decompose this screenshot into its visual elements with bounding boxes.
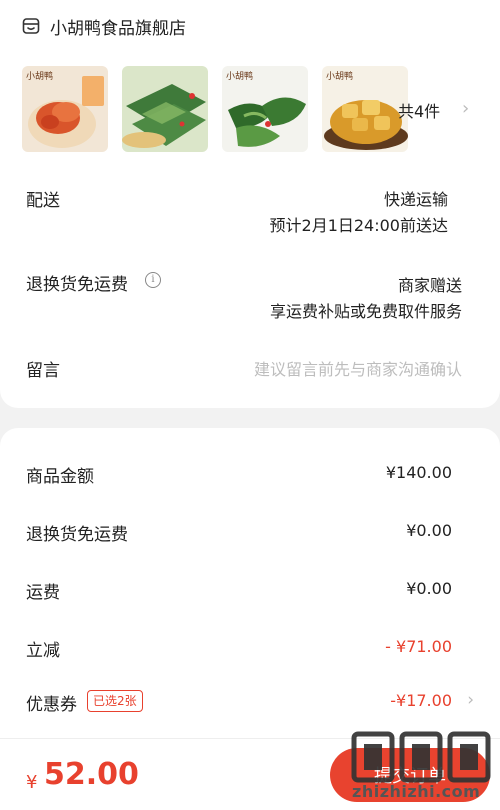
return-shipping-label: 退换货免运费 — [26, 275, 128, 295]
discount-amount: - ¥71.00 — [385, 637, 452, 656]
message-label: 留言 — [26, 361, 60, 381]
order-info-card: 小胡鸭食品旗舰店 小胡鸭 小胡鸭 小胡鸭 共4件 › 配送 快递运输 预计2月1… — [0, 0, 500, 408]
return-shipping-desc: 享运费补贴或免费取件服务 — [269, 302, 462, 321]
store-icon — [22, 18, 40, 34]
product-thumbnail[interactable]: 小胡鸭 — [22, 66, 108, 152]
product-thumbnail[interactable]: 小胡鸭 — [322, 66, 408, 152]
currency-symbol: ¥ — [26, 772, 38, 793]
delivery-method: 快递运输 — [383, 190, 448, 209]
coupon-amount[interactable]: -¥17.00 — [390, 691, 452, 710]
delivery-eta: 预计2月1日24:00前送达 — [269, 216, 448, 235]
product-thumbnail[interactable] — [122, 66, 208, 152]
chevron-right-icon[interactable]: › — [462, 98, 469, 119]
product-thumbnail[interactable]: 小胡鸭 — [222, 66, 308, 152]
goods-amount-label: 商品金额 — [26, 467, 94, 487]
product-thumbnails[interactable]: 小胡鸭 小胡鸭 小胡鸭 — [22, 66, 408, 152]
goods-amount: ¥140.00 — [385, 463, 452, 482]
store-header[interactable]: 小胡鸭食品旗舰店 — [22, 12, 186, 40]
item-count[interactable]: 共4件 — [398, 98, 440, 122]
coupon-label: 优惠券 — [26, 695, 77, 715]
store-name[interactable]: 小胡鸭食品旗舰店 — [50, 14, 186, 39]
return-fee: ¥0.00 — [406, 521, 452, 540]
watermark-text: zhizhizhi.com — [352, 782, 481, 801]
info-icon[interactable]: i — [145, 272, 161, 288]
coupon-selected-badge[interactable]: 已选2张 — [87, 690, 143, 712]
return-shipping-value: 商家赠送 — [397, 276, 462, 295]
return-fee-label: 退换货免运费 — [26, 525, 128, 545]
chevron-right-icon[interactable]: › — [467, 690, 474, 710]
delivery-label: 配送 — [26, 191, 60, 211]
shipping-fee: ¥0.00 — [406, 579, 452, 598]
brand-mark: 小胡鸭 — [226, 70, 253, 82]
watermark-logo — [351, 731, 491, 783]
discount-label: 立减 — [26, 641, 60, 661]
order-total: 52.00 — [44, 757, 139, 792]
brand-mark: 小胡鸭 — [326, 70, 353, 82]
brand-mark: 小胡鸭 — [26, 70, 53, 82]
shipping-fee-label: 运费 — [26, 583, 60, 603]
message-input[interactable]: 建议留言前先与商家沟通确认 — [254, 356, 462, 380]
